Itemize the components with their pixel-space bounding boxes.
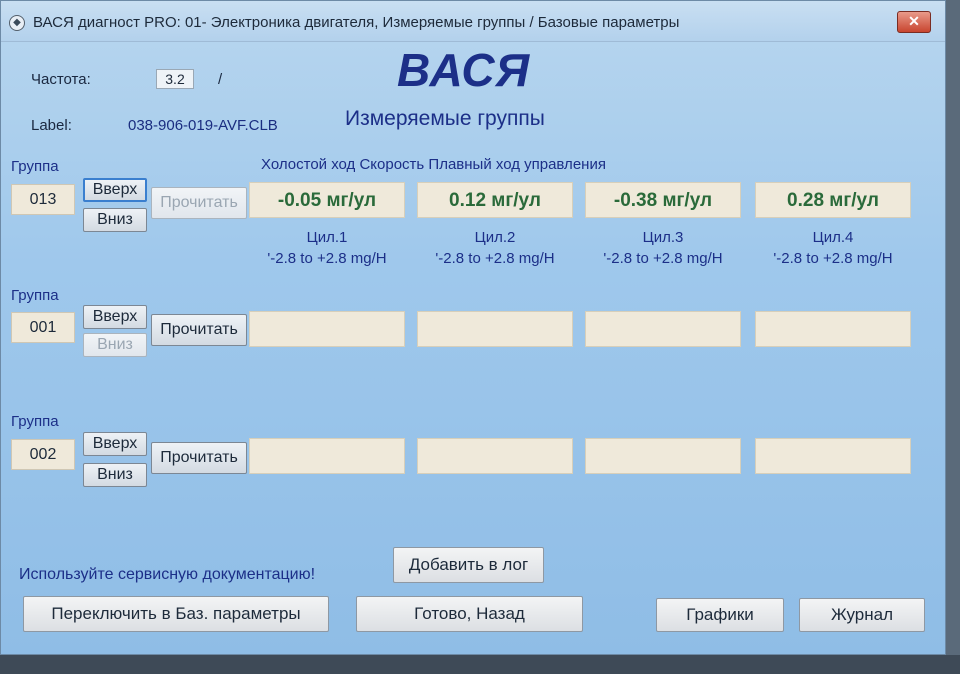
frequency-label: Частота: xyxy=(31,71,91,88)
journal-button[interactable]: Журнал xyxy=(799,598,925,632)
group-label: Группа xyxy=(11,413,59,430)
close-button[interactable]: ✕ xyxy=(897,11,931,33)
group-read-button[interactable]: Прочитать xyxy=(151,442,247,474)
group-number-field[interactable]: 002 xyxy=(11,439,75,470)
group-read-button[interactable]: Прочитать xyxy=(151,314,247,346)
value-name-4: Цил.4 xyxy=(812,229,854,246)
value-name-3: Цил.3 xyxy=(642,229,684,246)
value-field-1 xyxy=(249,311,405,347)
frequency-separator: / xyxy=(218,71,223,88)
value-field-3 xyxy=(585,438,741,474)
value-range-2: '-2.8 to +2.8 mg/H xyxy=(435,250,555,267)
group-down-button[interactable]: Вниз xyxy=(83,463,147,487)
value-range-4: '-2.8 to +2.8 mg/H xyxy=(773,250,893,267)
label-file: 038-906-019-AVF.CLB xyxy=(128,117,278,134)
graphs-button[interactable]: Графики xyxy=(656,598,784,632)
value-name-1: Цил.1 xyxy=(306,229,348,246)
group-label: Группа xyxy=(11,287,59,304)
done-back-button[interactable]: Готово, Назад xyxy=(356,596,583,632)
group-title: Холостой ход Скорость Плавный ход управл… xyxy=(261,156,606,173)
group-label: Группа xyxy=(11,158,59,175)
add-to-log-button[interactable]: Добавить в лог xyxy=(393,547,544,583)
brand-logo: ВАСЯ xyxy=(397,44,531,96)
label-caption: Label: xyxy=(31,117,72,134)
value-field-2 xyxy=(417,311,573,347)
group-number-field[interactable]: 001 xyxy=(11,312,75,343)
value-field-4 xyxy=(755,311,911,347)
switch-basic-params-button[interactable]: Переключить в Баз. параметры xyxy=(23,596,329,632)
group-down-button[interactable]: Вниз xyxy=(83,208,147,232)
main-window: ◆ ВАСЯ диагност PRO: 01- Электроника дви… xyxy=(0,0,946,655)
group-read-button[interactable]: Прочитать xyxy=(151,187,247,219)
value-range-1: '-2.8 to +2.8 mg/H xyxy=(267,250,387,267)
frequency-value: 3.2 xyxy=(156,69,194,89)
group-up-button[interactable]: Вверх xyxy=(83,432,147,456)
value-field-4 xyxy=(755,438,911,474)
desktop-background xyxy=(0,655,960,674)
value-name-2: Цил.2 xyxy=(474,229,516,246)
value-field-3: -0.38 мг/ул xyxy=(585,182,741,218)
title-bar: ◆ ВАСЯ диагност PRO: 01- Электроника дви… xyxy=(1,1,945,42)
app-icon: ◆ xyxy=(9,15,25,31)
documentation-hint: Используйте сервисную документацию! xyxy=(19,566,316,583)
value-field-1: -0.05 мг/ул xyxy=(249,182,405,218)
value-field-2: 0.12 мг/ул xyxy=(417,182,573,218)
group-down-button[interactable]: Вниз xyxy=(83,333,147,357)
value-field-4: 0.28 мг/ул xyxy=(755,182,911,218)
group-up-button[interactable]: Вверх xyxy=(83,178,147,202)
page-subtitle: Измеряемые группы xyxy=(345,107,545,130)
window-title: ВАСЯ диагност PRO: 01- Электроника двига… xyxy=(33,14,680,31)
group-number-field[interactable]: 013 xyxy=(11,184,75,215)
value-range-3: '-2.8 to +2.8 mg/H xyxy=(603,250,723,267)
value-field-3 xyxy=(585,311,741,347)
value-field-1 xyxy=(249,438,405,474)
group-up-button[interactable]: Вверх xyxy=(83,305,147,329)
value-field-2 xyxy=(417,438,573,474)
